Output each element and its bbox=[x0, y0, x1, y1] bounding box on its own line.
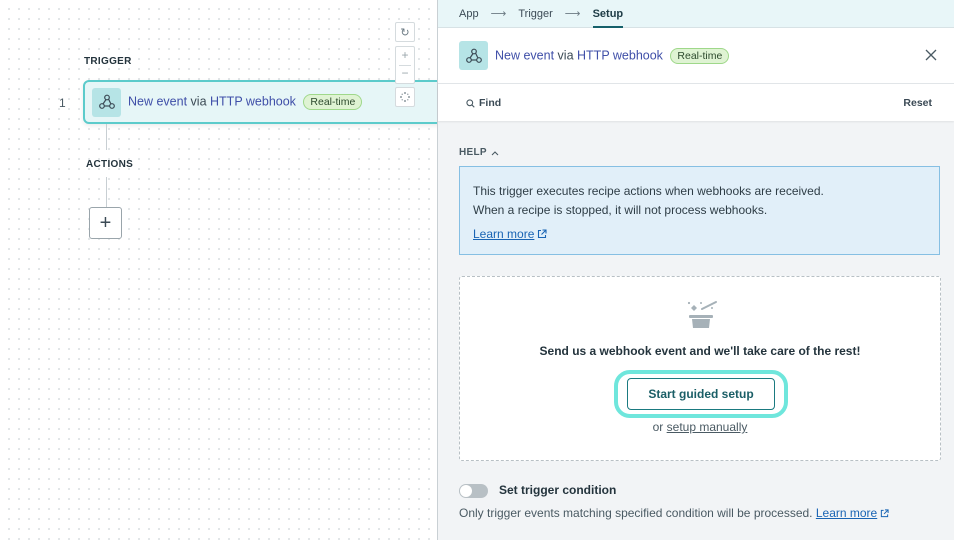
find-label: Find bbox=[479, 96, 502, 109]
help-learn-more-link[interactable]: Learn more bbox=[473, 225, 547, 244]
reset-view-button[interactable]: ↻ bbox=[395, 22, 415, 42]
zoom-in-button[interactable]: + bbox=[396, 47, 414, 65]
trigger-condition-toggle[interactable] bbox=[459, 484, 488, 498]
trigger-app-name: HTTP webhook bbox=[210, 94, 296, 109]
webhook-icon bbox=[92, 87, 121, 117]
refresh-icon: ↻ bbox=[400, 26, 410, 39]
trigger-condition-description: Only trigger events matching specified c… bbox=[459, 506, 889, 520]
guided-setup-message: Send us a webhook event and we'll take c… bbox=[539, 344, 861, 358]
actions-section-label: ACTIONS bbox=[86, 159, 134, 170]
trigger-step-card[interactable]: New event via HTTP webhook Real-time bbox=[83, 80, 438, 124]
magic-hat-icon bbox=[687, 301, 717, 328]
fit-view-button[interactable] bbox=[395, 87, 415, 107]
arrow-right-icon: ⟶ bbox=[564, 8, 581, 20]
realtime-badge: Real-time bbox=[670, 47, 730, 64]
help-text-line1: This trigger executes recipe actions whe… bbox=[473, 184, 824, 198]
panel-header: New event via HTTP webhook Real-time bbox=[438, 28, 954, 84]
condition-learn-more-label: Learn more bbox=[815, 506, 878, 520]
close-button[interactable] bbox=[922, 46, 940, 64]
help-label: HELP bbox=[459, 147, 487, 158]
help-text-line2: When a recipe is stopped, it will not pr… bbox=[473, 203, 768, 217]
setup-manually-link[interactable]: setup manually bbox=[667, 420, 748, 434]
breadcrumb-app[interactable]: App bbox=[459, 8, 479, 20]
button-highlight-ring: Start guided setup bbox=[614, 370, 788, 418]
start-guided-setup-button[interactable]: Start guided setup bbox=[627, 378, 775, 410]
breadcrumb-setup[interactable]: Setup bbox=[592, 8, 623, 28]
add-step-button[interactable]: + bbox=[89, 207, 122, 239]
search-icon bbox=[466, 98, 475, 108]
find-button[interactable]: Find bbox=[466, 97, 501, 109]
breadcrumb: App ⟶ Trigger ⟶ Setup bbox=[438, 0, 954, 28]
zoom-controls: + − bbox=[395, 46, 415, 84]
external-link-icon bbox=[881, 509, 889, 518]
trigger-via: via bbox=[190, 94, 207, 109]
step-number: 1 bbox=[59, 96, 66, 110]
panel-via: via bbox=[557, 47, 574, 62]
external-link-icon bbox=[538, 229, 547, 239]
trigger-condition-label: Set trigger condition bbox=[499, 483, 617, 497]
guided-setup-box: Send us a webhook event and we'll take c… bbox=[459, 276, 941, 461]
condition-description-text: Only trigger events matching specified c… bbox=[459, 506, 813, 520]
connector-line bbox=[106, 124, 107, 150]
arrow-right-icon: ⟶ bbox=[490, 8, 507, 20]
manual-setup-row: or setup manually bbox=[460, 420, 940, 434]
step-config-panel: App ⟶ Trigger ⟶ Setup New event via HTTP… bbox=[437, 0, 954, 540]
fit-icon bbox=[400, 92, 410, 102]
reset-button[interactable]: Reset bbox=[903, 97, 932, 109]
or-text: or bbox=[652, 420, 664, 434]
recipe-canvas[interactable]: TRIGGER 1 New event via HTTP webhook Rea… bbox=[0, 0, 438, 540]
condition-learn-more-link[interactable]: Learn more bbox=[816, 506, 877, 520]
panel-event-name: New event bbox=[495, 47, 555, 62]
trigger-event-name: New event bbox=[128, 94, 188, 109]
trigger-section-label: TRIGGER bbox=[84, 56, 132, 67]
realtime-badge: Real-time bbox=[303, 94, 363, 110]
close-icon bbox=[925, 49, 937, 61]
panel-app-name: HTTP webhook bbox=[577, 47, 663, 62]
help-toggle[interactable]: HELP bbox=[459, 147, 499, 158]
chevron-up-icon bbox=[491, 150, 499, 155]
zoom-out-button[interactable]: − bbox=[396, 65, 414, 83]
trigger-title: New event via HTTP webhook Real-time bbox=[128, 94, 363, 110]
panel-title: New event via HTTP webhook Real-time bbox=[495, 47, 730, 64]
breadcrumb-trigger[interactable]: Trigger bbox=[518, 8, 552, 20]
connector-line bbox=[106, 177, 107, 207]
help-learn-more-label: Learn more bbox=[473, 227, 535, 241]
webhook-icon bbox=[459, 41, 488, 70]
help-box: This trigger executes recipe actions whe… bbox=[459, 166, 940, 255]
find-bar: Find Reset bbox=[438, 84, 954, 121]
